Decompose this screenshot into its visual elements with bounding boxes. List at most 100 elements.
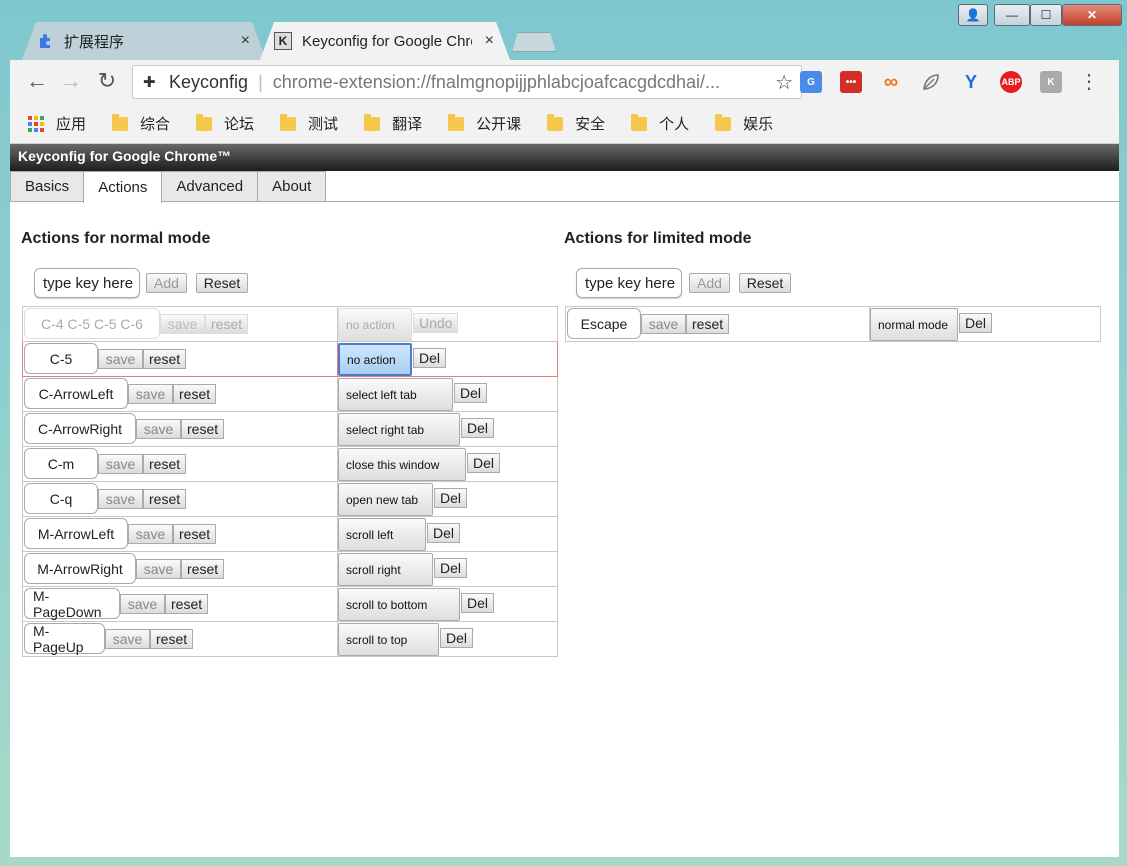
key-field[interactable]: Escape xyxy=(567,308,641,339)
delete-button[interactable]: Del xyxy=(461,418,495,438)
back-button[interactable]: ← xyxy=(24,68,50,94)
action-button[interactable]: scroll to top xyxy=(338,623,439,656)
tab-advanced[interactable]: Advanced xyxy=(161,171,259,201)
reset-button[interactable]: reset xyxy=(143,349,187,369)
bookmark-folder[interactable]: 论坛 xyxy=(196,113,254,134)
save-button[interactable]: save xyxy=(641,314,686,334)
save-button[interactable]: save xyxy=(128,384,173,404)
key-field[interactable]: C-m xyxy=(24,448,98,479)
reset-button[interactable]: reset xyxy=(150,629,194,649)
address-bar[interactable]: ✚ Keyconfig | chrome-extension://fnalmgn… xyxy=(132,65,802,99)
key-field[interactable]: C-q xyxy=(24,483,98,514)
action-button[interactable]: no action xyxy=(338,343,412,376)
bookmark-folder[interactable]: 安全 xyxy=(547,113,605,134)
action-button[interactable]: scroll left xyxy=(338,518,426,551)
reset-button[interactable]: reset xyxy=(181,419,225,439)
delete-button[interactable]: Del xyxy=(440,628,474,648)
action-button[interactable]: close this window xyxy=(338,448,466,481)
save-button[interactable]: save xyxy=(136,559,181,579)
bookmark-folder[interactable]: 娱乐 xyxy=(715,113,773,134)
delete-button[interactable]: Del xyxy=(427,523,461,543)
action-button[interactable]: select right tab xyxy=(338,413,460,446)
reset-button[interactable]: reset xyxy=(173,384,217,404)
limited-add-button[interactable]: Add xyxy=(689,273,730,293)
reset-button[interactable]: reset xyxy=(173,524,217,544)
user-icon[interactable]: 👤 xyxy=(958,4,988,26)
delete-button[interactable]: Del xyxy=(454,383,488,403)
leaf-icon[interactable] xyxy=(920,71,942,93)
key-field[interactable]: M-ArrowRight xyxy=(24,553,136,584)
tab-actions[interactable]: Actions xyxy=(83,171,163,203)
reset-button[interactable]: reset xyxy=(205,314,249,334)
save-button[interactable]: save xyxy=(98,489,143,509)
bookmark-apps[interactable]: 应用 xyxy=(28,113,86,134)
translate-icon[interactable]: G xyxy=(800,71,822,93)
reset-button[interactable]: reset xyxy=(143,454,187,474)
url-text[interactable]: chrome-extension://fnalmgnopijjphlabcjoa… xyxy=(273,72,753,93)
normal-reset-button[interactable]: Reset xyxy=(196,273,248,293)
normal-add-button[interactable]: Add xyxy=(146,273,187,293)
reset-button[interactable]: reset xyxy=(165,594,209,614)
keyconfig-icon[interactable]: K xyxy=(1040,71,1062,93)
bookmark-label: 安全 xyxy=(575,116,606,133)
bookmark-folder[interactable]: 测试 xyxy=(280,113,338,134)
tab-about[interactable]: About xyxy=(257,171,327,201)
save-button[interactable]: save xyxy=(98,349,143,369)
limited-reset-button[interactable]: Reset xyxy=(739,273,791,293)
delete-button[interactable]: Del xyxy=(461,593,495,613)
maximize-button[interactable]: ☐ xyxy=(1030,4,1062,26)
reload-button[interactable]: ↻ xyxy=(94,68,120,94)
key-field[interactable]: C-ArrowRight xyxy=(24,413,136,444)
save-button[interactable]: save xyxy=(120,594,165,614)
menu-icon[interactable]: ⋮ xyxy=(1076,68,1102,94)
bookmark-folder[interactable]: 翻译 xyxy=(364,113,422,134)
adblock-icon[interactable]: ABP xyxy=(1000,71,1022,93)
undo-button[interactable]: Undo xyxy=(413,313,459,333)
delete-button[interactable]: Del xyxy=(434,488,468,508)
lastpass-icon[interactable]: ••• xyxy=(840,71,862,93)
normal-key-input[interactable]: type key here xyxy=(34,268,140,298)
bookmark-folder[interactable]: 综合 xyxy=(112,113,170,134)
key-field[interactable]: M-ArrowLeft xyxy=(24,518,128,549)
action-button[interactable]: select left tab xyxy=(338,378,453,411)
delete-button[interactable]: Del xyxy=(434,558,468,578)
key-field[interactable]: C-ArrowLeft xyxy=(24,378,128,409)
save-button[interactable]: save xyxy=(160,314,205,334)
folder-icon xyxy=(364,113,381,131)
tab-close-icon[interactable]: × xyxy=(241,32,250,50)
tab-extensions[interactable]: 扩展程序 × xyxy=(22,22,266,60)
tab-close-icon[interactable]: × xyxy=(485,32,494,50)
action-button[interactable]: open new tab xyxy=(338,483,433,516)
save-button[interactable]: save xyxy=(105,629,150,649)
action-button[interactable]: no action xyxy=(338,308,412,341)
reset-button[interactable]: reset xyxy=(143,489,187,509)
forward-button[interactable]: → xyxy=(58,68,84,94)
action-button[interactable]: scroll to bottom xyxy=(338,588,460,621)
key-field[interactable]: M-PageUp xyxy=(24,623,105,655)
key-field[interactable]: C-4 C-5 C-5 C-6 xyxy=(24,308,160,339)
save-button[interactable]: save xyxy=(136,419,181,439)
table-row: M-PageDown save reset scroll to bottom Del xyxy=(22,586,558,622)
delete-button[interactable]: Del xyxy=(467,453,501,473)
save-button[interactable]: save xyxy=(128,524,173,544)
reset-button[interactable]: reset xyxy=(181,559,225,579)
close-window-button[interactable]: ✕ xyxy=(1062,4,1122,26)
bookmark-folder[interactable]: 个人 xyxy=(631,113,689,134)
delete-button[interactable]: Del xyxy=(413,348,447,368)
action-button[interactable]: scroll right xyxy=(338,553,433,586)
key-field[interactable]: C-5 xyxy=(24,343,98,374)
minimize-button[interactable]: — xyxy=(994,4,1030,26)
reset-button[interactable]: reset xyxy=(686,314,730,334)
key-field[interactable]: M-PageDown xyxy=(24,588,120,620)
star-icon[interactable]: ☆ xyxy=(775,70,793,95)
save-button[interactable]: save xyxy=(98,454,143,474)
limited-key-input[interactable]: type key here xyxy=(576,268,682,298)
tab-keyconfig[interactable]: K Keyconfig for Google Chrome × xyxy=(260,22,510,60)
infinity-icon[interactable]: ∞ xyxy=(880,71,902,93)
delete-button[interactable]: Del xyxy=(959,313,993,333)
new-tab-button[interactable] xyxy=(512,32,556,52)
action-button[interactable]: normal mode xyxy=(870,308,958,341)
vimium-icon[interactable]: Y xyxy=(960,71,982,93)
tab-basics[interactable]: Basics xyxy=(10,171,85,201)
bookmark-folder[interactable]: 公开课 xyxy=(448,113,521,134)
